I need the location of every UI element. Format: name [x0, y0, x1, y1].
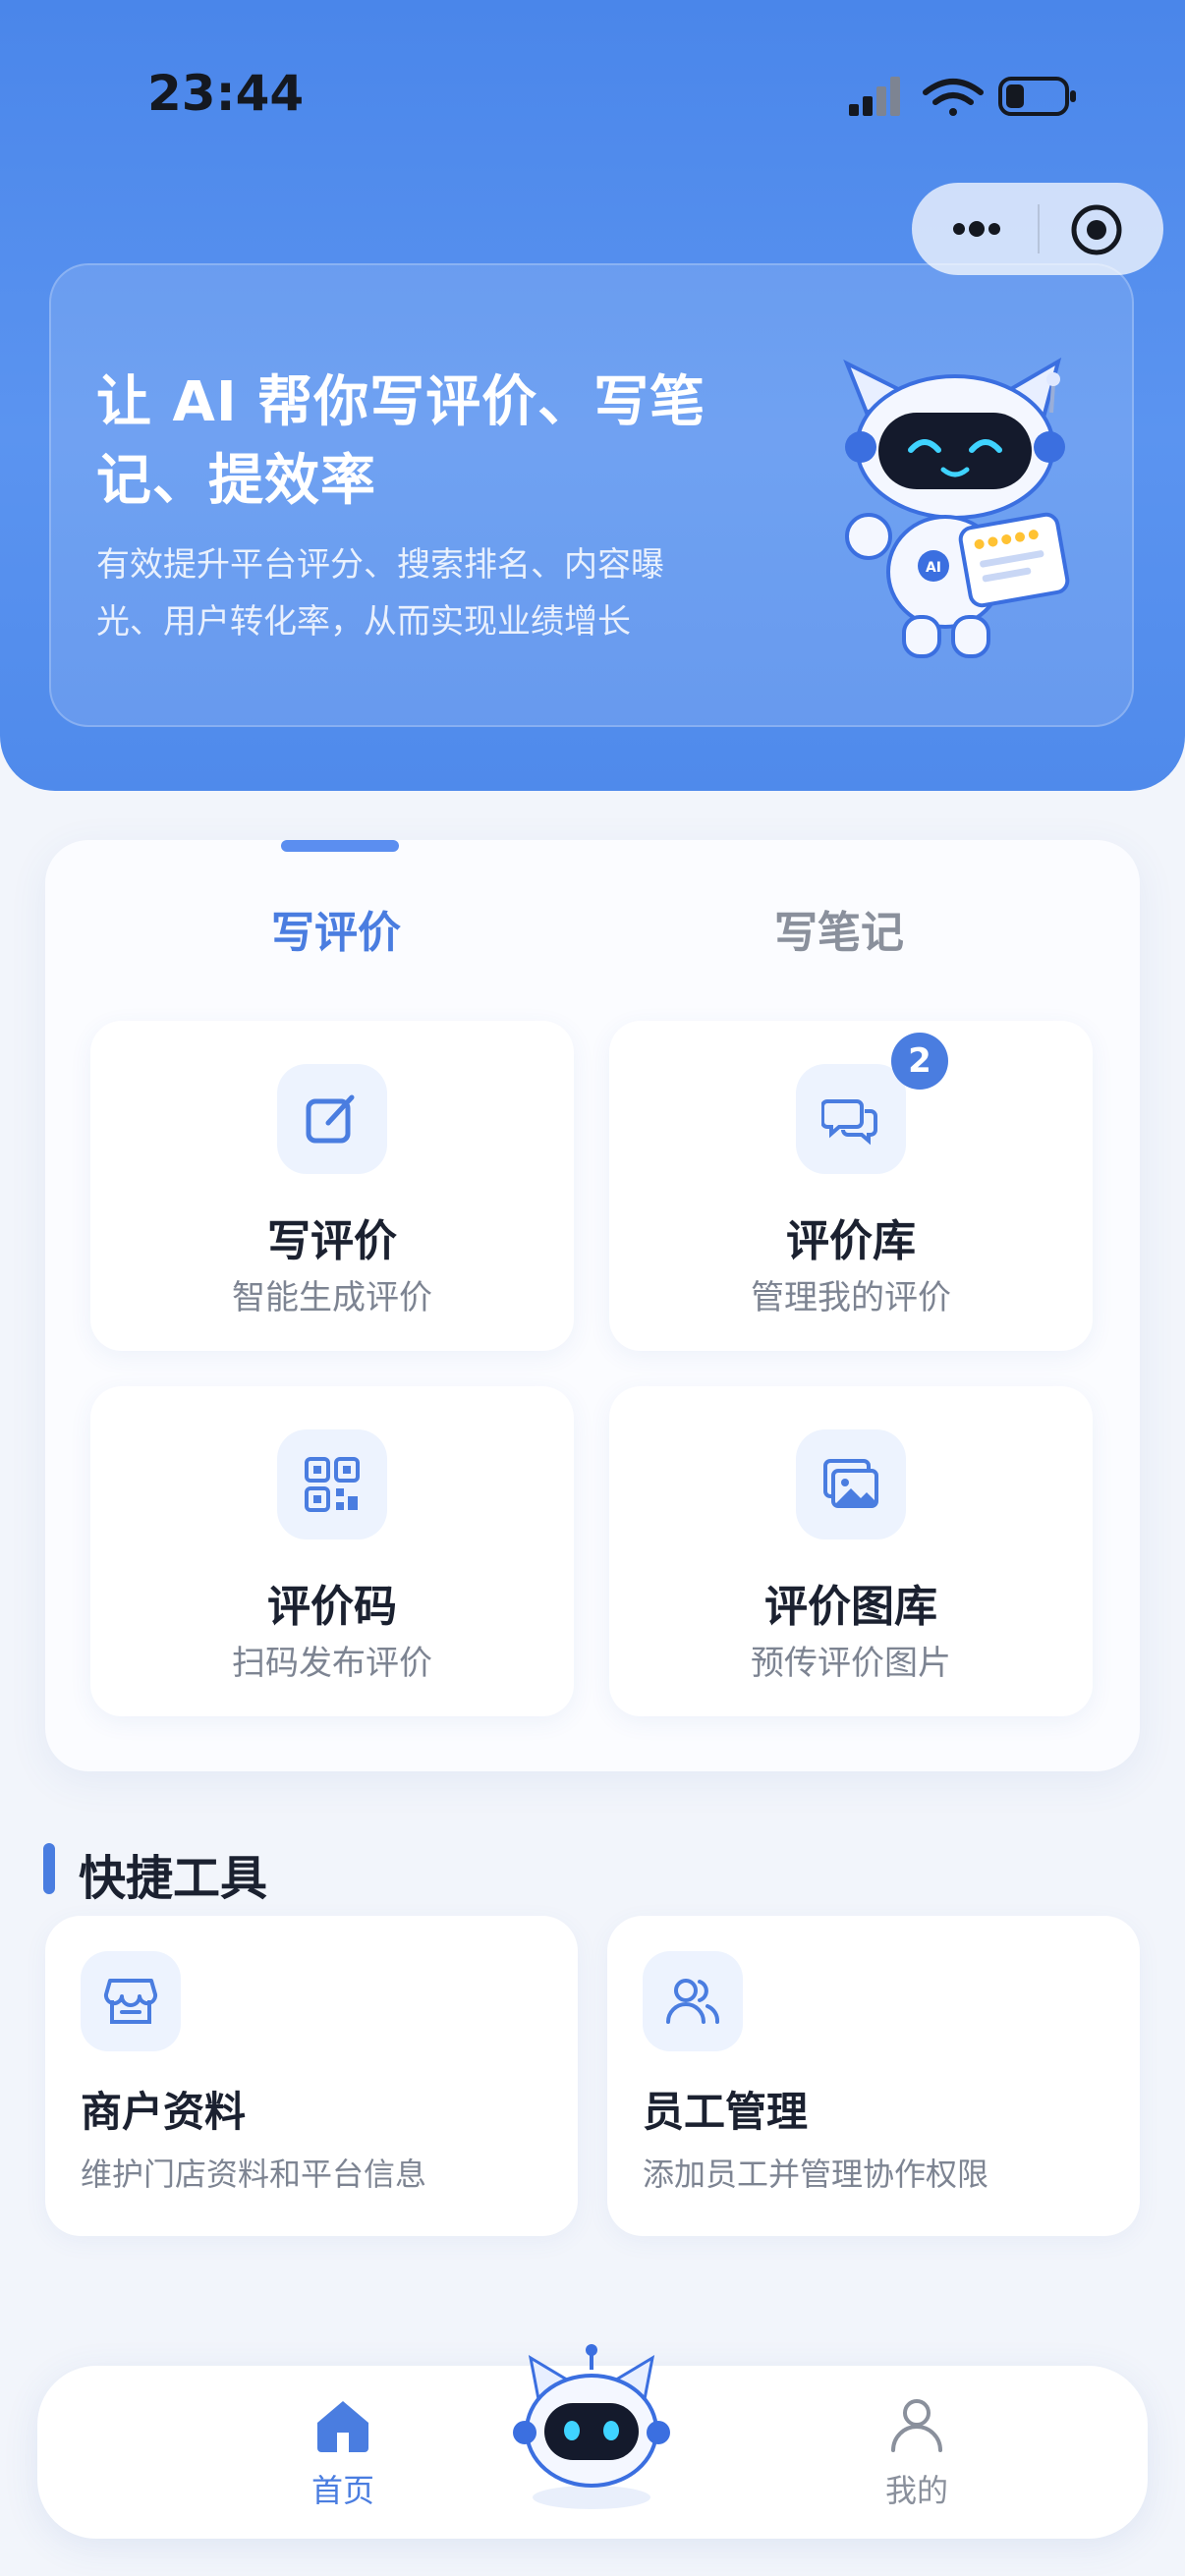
tile-subtitle: 预传评价图片 — [751, 1644, 951, 1683]
section-accent-bar — [43, 1843, 55, 1894]
tile-review-gallery[interactable]: 评价图库 预传评价图片 — [609, 1386, 1093, 1716]
hero-subtitle: 有效提升平台评分、搜索排名、内容曝光、用户转化率，从而实现业绩增长 — [96, 545, 664, 642]
hero-banner: 让 AI 帮你写评价、写笔记、提效率 有效提升平台评分、搜索排名、内容曝光、用户… — [49, 263, 1134, 727]
tile-subtitle: 管理我的评价 — [751, 1278, 951, 1317]
capsule-divider — [1038, 204, 1040, 253]
tile-icon-wrap — [796, 1064, 906, 1174]
store-icon — [103, 1979, 158, 2024]
tool-subtitle: 维护门店资料和平台信息 — [81, 2156, 427, 2193]
tool-icon-wrap — [81, 1951, 181, 2051]
tab-me-label: 我的 — [884, 2472, 948, 2509]
battery-icon — [998, 77, 1076, 116]
tab-write-note[interactable]: 写笔记 — [774, 897, 904, 960]
tile-subtitle: 智能生成评价 — [232, 1278, 432, 1317]
review-panel: 写评价 写笔记 写评价 智能生成评价 2 评价库 管理我的评价 评价码 扫码发布… — [45, 840, 1140, 1771]
section-title-quick-tools: 快捷工具 — [79, 1851, 268, 1906]
tab-home-label: 首页 — [310, 2472, 374, 2509]
tile-icon-wrap — [277, 1064, 387, 1174]
status-time: 23:44 — [147, 65, 305, 122]
mini-program-capsule — [912, 183, 1163, 275]
tile-write-review[interactable]: 写评价 智能生成评价 — [90, 1021, 574, 1351]
tool-staff-management[interactable]: 员工管理 添加员工并管理协作权限 — [607, 1916, 1140, 2236]
user-icon — [891, 2399, 942, 2452]
robot-mascot-icon: AI — [843, 357, 1070, 658]
tab-indicator — [281, 840, 399, 852]
tool-title: 员工管理 — [643, 2088, 809, 2136]
tab-me[interactable]: 我的 — [838, 2393, 995, 2511]
hero-title: 让 AI 帮你写评价、写笔记、提效率 — [96, 370, 706, 513]
users-icon — [666, 1979, 720, 2024]
tool-icon-wrap — [643, 1951, 743, 2051]
chat-bubbles-icon — [821, 1099, 877, 1146]
ai-robot-button-icon[interactable] — [505, 2340, 678, 2513]
signal-icon — [849, 77, 900, 116]
tile-icon-wrap — [277, 1429, 387, 1540]
home-icon — [317, 2401, 368, 2452]
tile-title: 评价码 — [267, 1582, 397, 1632]
notification-badge: 2 — [891, 1033, 948, 1090]
tile-title: 评价图库 — [764, 1582, 937, 1632]
tile-icon-wrap — [796, 1429, 906, 1540]
more-icon[interactable] — [947, 204, 1006, 253]
tile-subtitle: 扫码发布评价 — [232, 1644, 432, 1683]
tile-review-library[interactable]: 2 评价库 管理我的评价 — [609, 1021, 1093, 1351]
status-icons — [849, 77, 1076, 116]
tile-title: 写评价 — [267, 1216, 397, 1266]
tool-subtitle: 添加员工并管理协作权限 — [643, 2156, 989, 2193]
close-target-icon[interactable] — [1069, 202, 1124, 257]
tab-write-review[interactable]: 写评价 — [271, 897, 401, 960]
tile-review-code[interactable]: 评价码 扫码发布评价 — [90, 1386, 574, 1716]
tile-title: 评价库 — [786, 1216, 916, 1266]
svg-text:AI: AI — [926, 560, 941, 576]
edit-icon — [306, 1094, 355, 1144]
bottom-tab-bar: 首页 我的 — [37, 2344, 1148, 2539]
wifi-icon — [923, 79, 984, 116]
tab-home[interactable]: 首页 — [264, 2393, 422, 2511]
tool-merchant-info[interactable]: 商户资料 维护门店资料和平台信息 — [45, 1916, 578, 2236]
image-gallery-icon — [823, 1459, 878, 1508]
tool-title: 商户资料 — [81, 2088, 247, 2136]
qr-code-icon — [305, 1457, 360, 1512]
